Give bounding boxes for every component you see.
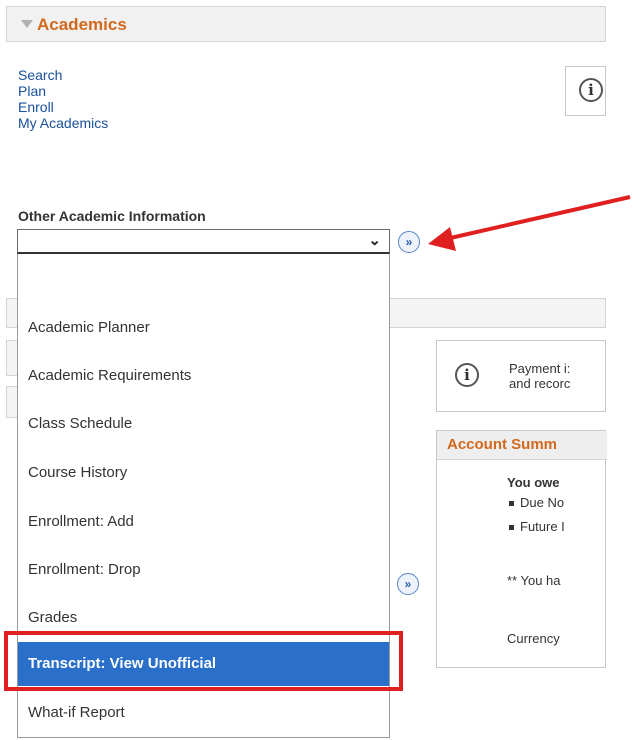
double-chevron-right-icon: » (404, 577, 412, 591)
go-button-2[interactable]: » (397, 573, 419, 595)
payment-notice-text: Payment i: and recorc (509, 361, 571, 391)
double-chevron-right-icon: » (405, 235, 413, 249)
section-title: Academics (37, 15, 127, 34)
other-academic-info-label: Other Academic Information (18, 208, 206, 224)
dropdown-option-academic-planner[interactable]: Academic Planner (18, 306, 389, 350)
future-item: Future I (509, 519, 565, 534)
currency-text: Currency (507, 631, 560, 646)
dropdown-option-enrollment-add[interactable]: Enrollment: Add (18, 500, 389, 544)
due-now-item: Due No (509, 495, 564, 510)
you-owe-text: You owe (507, 475, 560, 490)
collapse-triangle-icon[interactable] (21, 20, 33, 28)
red-arrow (428, 195, 631, 251)
chevron-down-icon[interactable]: ⌄ (368, 233, 381, 249)
my-academics-link[interactable]: My Academics (18, 115, 108, 131)
dropdown-option-course-history[interactable]: Course History (18, 451, 389, 495)
dropdown-option-enrollment-drop[interactable]: Enrollment: Drop (18, 548, 389, 592)
payment-notice: i Payment i: and recorc (436, 340, 606, 412)
account-summary-header: Account Summ (437, 431, 607, 460)
info-icon: i (455, 363, 479, 387)
search-link[interactable]: Search (18, 67, 108, 83)
academics-section-header[interactable]: Academics (6, 6, 606, 42)
info-box-top: i (565, 66, 606, 116)
account-summary: Account Summ You owe Due No Future I ** … (436, 430, 607, 668)
dropdown-option-blank[interactable] (18, 260, 389, 304)
go-button[interactable]: » (398, 231, 420, 253)
dropdown-option-what-if-report[interactable]: What-if Report (18, 691, 389, 735)
plan-link[interactable]: Plan (18, 83, 108, 99)
academics-links: Search Plan Enroll My Academics (18, 67, 108, 131)
account-note: ** You ha (507, 573, 561, 588)
dropdown-option-class-schedule[interactable]: Class Schedule (18, 402, 389, 446)
other-academic-info-select[interactable]: ⌄ (17, 229, 390, 254)
info-icon: i (579, 78, 603, 102)
enroll-link[interactable]: Enroll (18, 99, 108, 115)
highlight-box (4, 631, 403, 691)
dropdown-option-academic-requirements[interactable]: Academic Requirements (18, 354, 389, 398)
